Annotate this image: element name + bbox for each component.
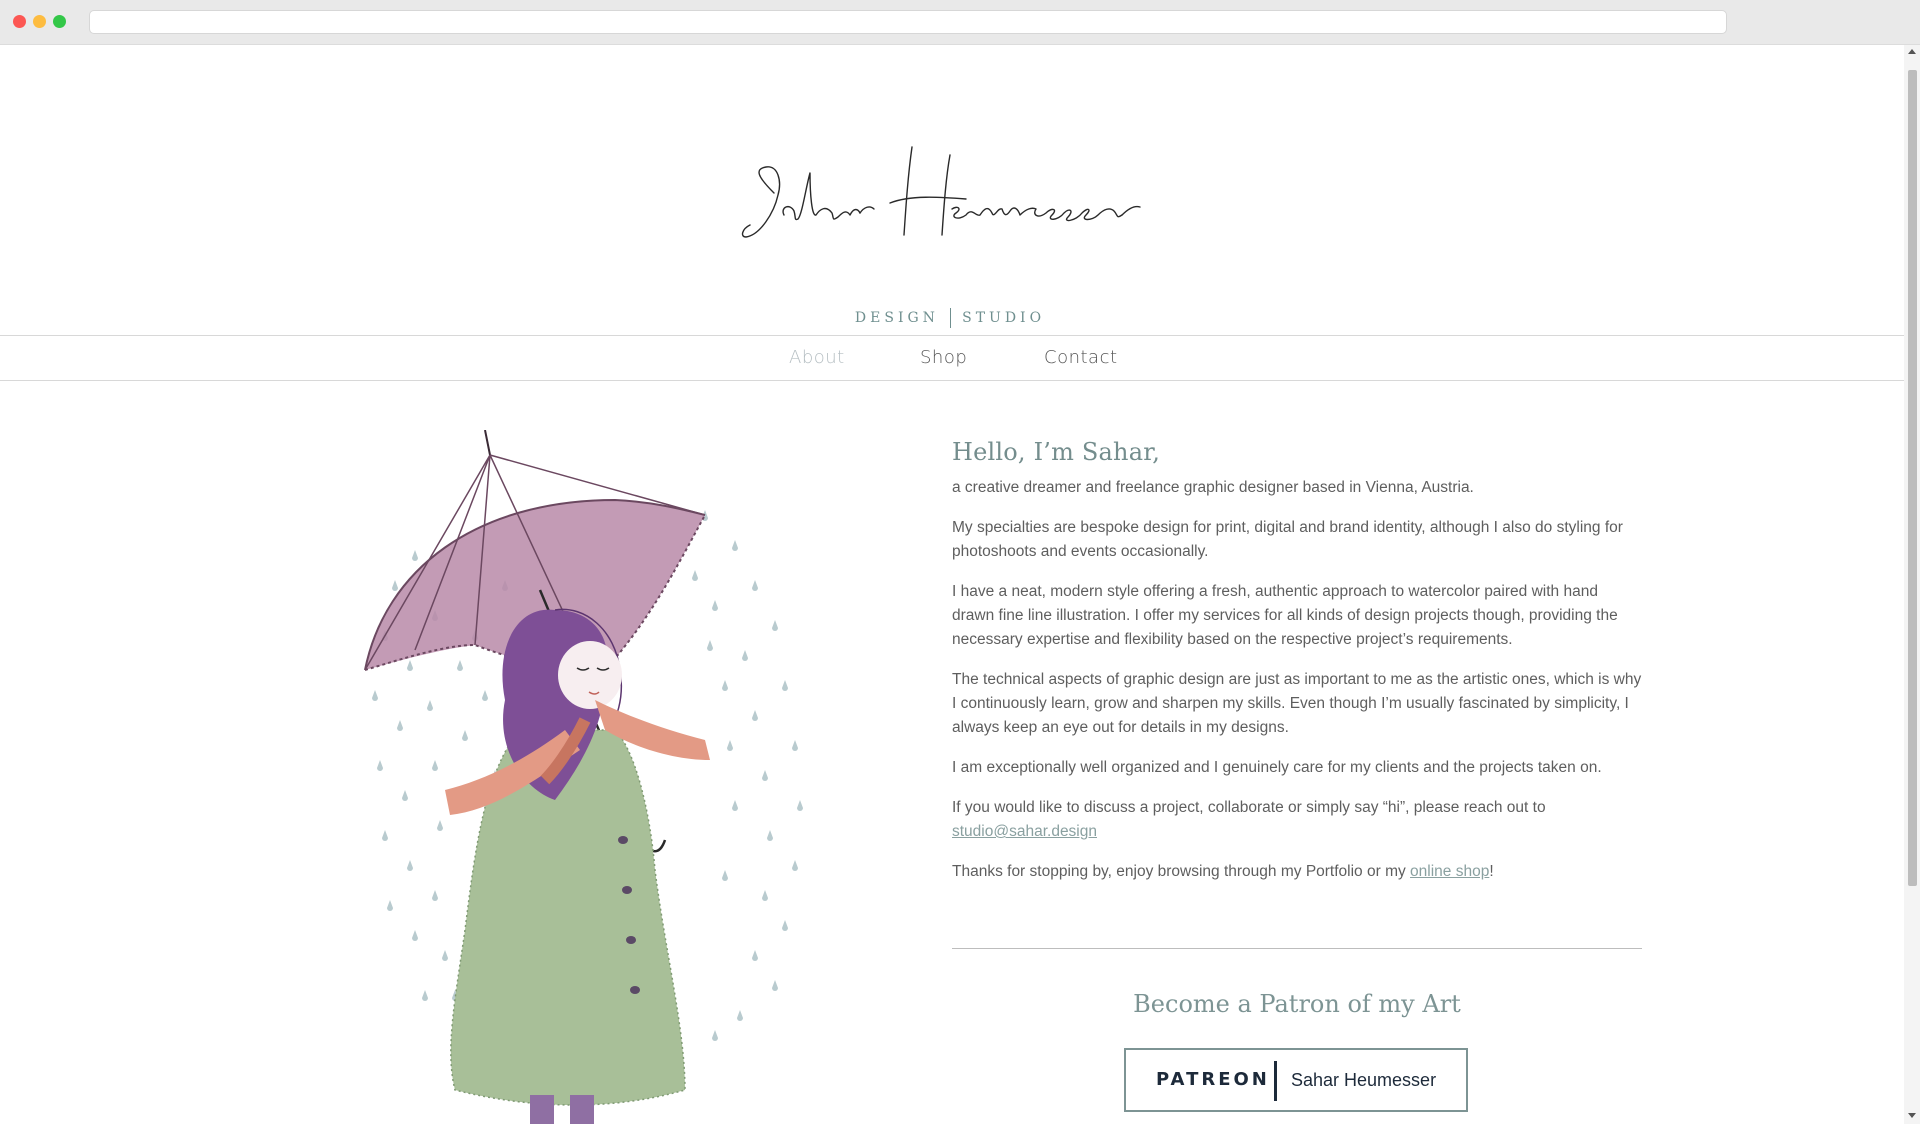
online-shop-link[interactable]: online shop xyxy=(1410,863,1489,880)
main-nav: About Shop Contact xyxy=(0,335,1904,381)
address-bar[interactable] xyxy=(89,10,1727,34)
maximize-window-button[interactable] xyxy=(53,15,66,28)
about-paragraph: I am exceptionally well organized and I … xyxy=(952,759,1602,776)
illustration-girl-with-umbrella xyxy=(355,429,835,1124)
about-paragraph: My specialties are bespoke design for pr… xyxy=(952,519,1623,560)
about-thanks-paragraph: Thanks for stopping by, enjoy browsing t… xyxy=(952,860,1642,884)
logo-subtitle-design: DESIGN xyxy=(854,310,939,326)
site-logo[interactable]: DESIGN STUDIO xyxy=(740,125,1160,328)
logo-subtitle-divider xyxy=(950,307,952,328)
about-intro: a creative dreamer and freelance graphic… xyxy=(952,479,1474,496)
browser-chrome xyxy=(0,0,1920,45)
patron-title: Become a Patron of my Art xyxy=(1133,990,1461,1018)
about-greeting: Hello, I’m Sahar, xyxy=(952,438,1161,466)
nav-item-about[interactable]: About xyxy=(789,336,845,380)
scroll-thumb[interactable] xyxy=(1908,70,1917,886)
nav-item-shop[interactable]: Shop xyxy=(920,336,967,380)
close-window-button[interactable] xyxy=(13,15,26,28)
patreon-creator-name: Sahar Heumesser xyxy=(1291,1070,1437,1090)
page-scrollbar[interactable] xyxy=(1904,45,1920,1124)
about-paragraph: I have a neat, modern style offering a f… xyxy=(952,583,1618,648)
contact-text: If you would like to discuss a project, … xyxy=(952,799,1546,816)
page: DESIGN STUDIO About Shop Contact Hello, … xyxy=(0,45,1904,1124)
about-section: Hello, I’m Sahar, a creative dreamer and… xyxy=(952,438,1642,900)
email-link[interactable]: studio@sahar.design xyxy=(952,823,1097,840)
thanks-end: ! xyxy=(1489,863,1494,880)
logo-subtitle: DESIGN STUDIO xyxy=(740,307,1160,328)
logo-subtitle-studio: STUDIO xyxy=(962,310,1046,326)
patreon-separator xyxy=(1274,1061,1277,1101)
about-paragraph: The technical aspects of graphic design … xyxy=(952,671,1642,736)
minimize-window-button[interactable] xyxy=(33,15,46,28)
about-contact-paragraph: If you would like to discuss a project, … xyxy=(952,796,1642,844)
logo-signature xyxy=(741,146,1141,238)
patreon-button[interactable]: PATREON Sahar Heumesser xyxy=(1124,1048,1468,1112)
scroll-up-icon[interactable] xyxy=(1908,49,1916,54)
section-divider xyxy=(952,948,1642,949)
nav-item-contact[interactable]: Contact xyxy=(1044,336,1118,380)
scroll-down-icon[interactable] xyxy=(1908,1113,1916,1118)
thanks-text: Thanks for stopping by, enjoy browsing t… xyxy=(952,863,1406,880)
patreon-wordmark: PATREON xyxy=(1156,1069,1270,1090)
